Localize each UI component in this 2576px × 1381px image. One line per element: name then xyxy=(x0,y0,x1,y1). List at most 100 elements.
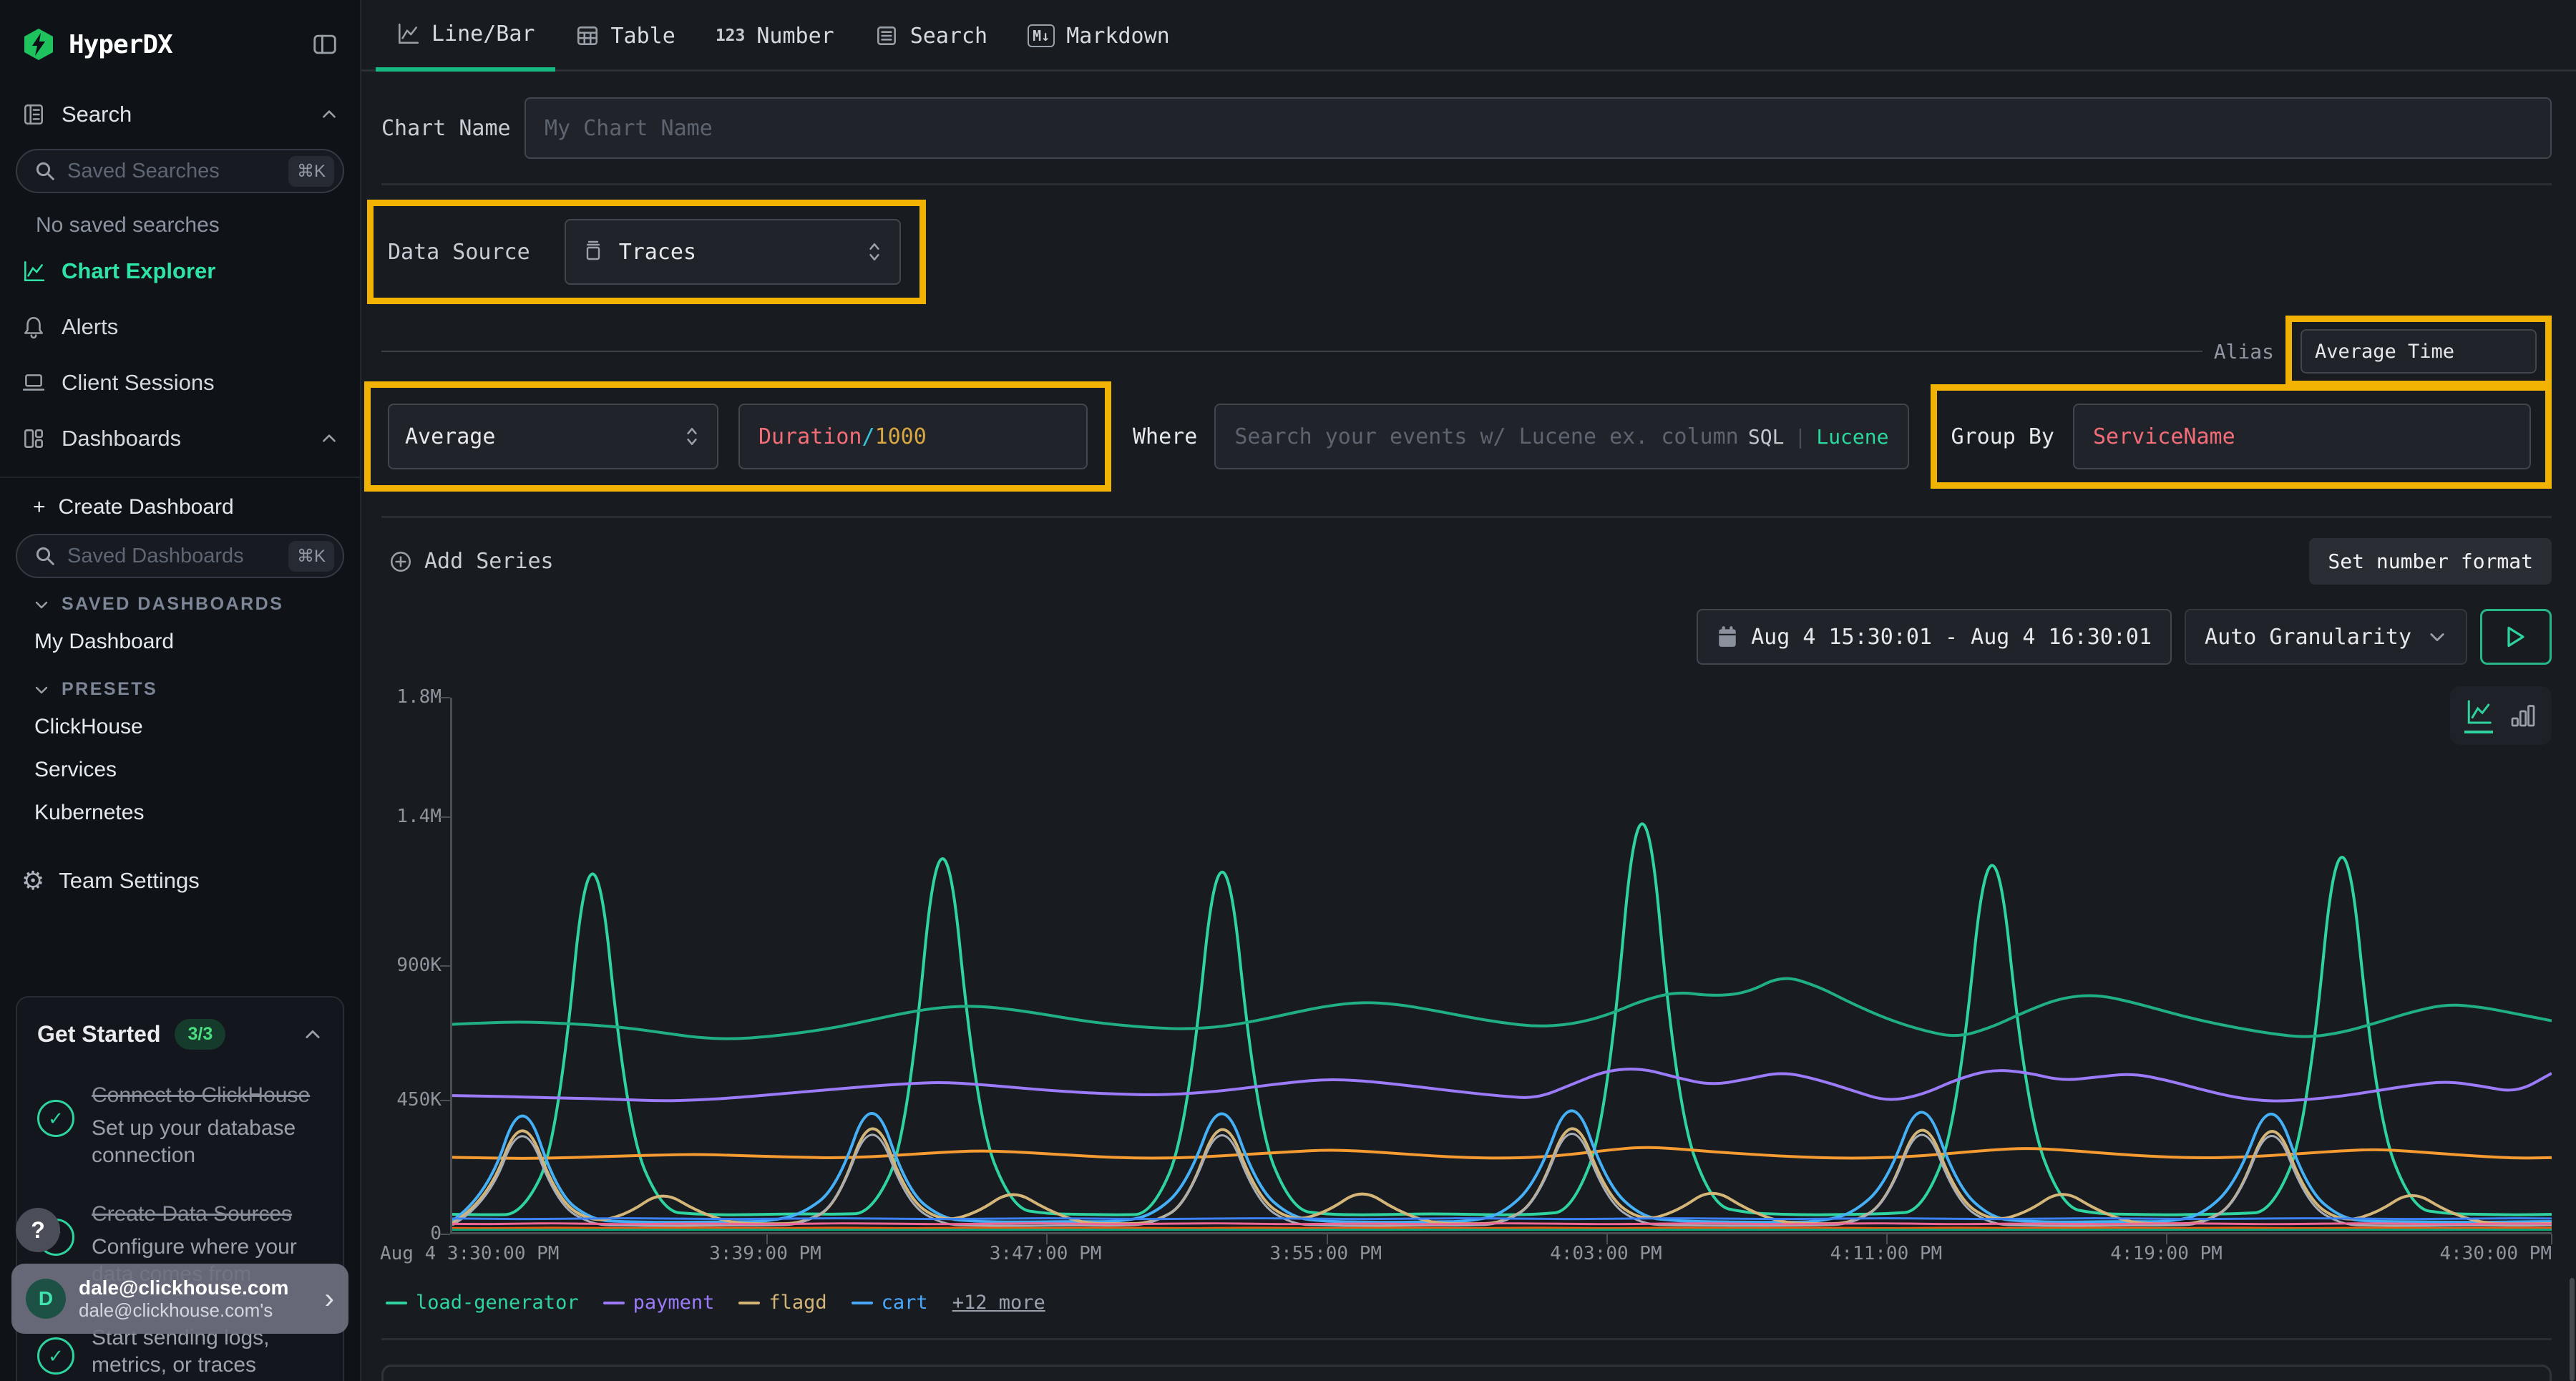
circle-plus-icon xyxy=(389,550,413,574)
granularity-value: Auto Granularity xyxy=(2205,625,2411,650)
lucene-toggle[interactable]: Lucene xyxy=(1816,425,1888,449)
chevron-up-icon[interactable] xyxy=(303,1025,323,1045)
hyperdx-logo-icon xyxy=(21,27,56,62)
chart-name-input[interactable]: My Chart Name xyxy=(525,97,2552,159)
tab-table[interactable]: Table xyxy=(555,0,696,72)
aggregation-select[interactable]: Average xyxy=(388,404,718,469)
sidebar-item-clickhouse[interactable]: ClickHouse xyxy=(0,706,360,748)
y-axis-tick xyxy=(440,1100,450,1101)
granularity-select[interactable]: Auto Granularity xyxy=(2185,609,2467,665)
shortcut-badge: ⌘K xyxy=(288,156,334,187)
chart-display-toggle xyxy=(2450,686,2552,745)
table-icon xyxy=(575,24,600,48)
get-started-item-title: Connect to ClickHouse xyxy=(92,1081,323,1109)
legend-item[interactable]: cart xyxy=(852,1292,928,1314)
sidebar-collapse-icon[interactable] xyxy=(311,31,338,58)
plus-icon: + xyxy=(33,495,46,519)
x-axis-label: 4:19:00 PM xyxy=(2110,1243,2223,1264)
get-started-item[interactable]: ✓ Connect to ClickHouse Set up your data… xyxy=(37,1081,323,1168)
where-label: Where xyxy=(1133,424,1197,449)
field-expression-input[interactable]: Duration / 1000 xyxy=(738,404,1088,469)
legend-item[interactable]: flagd xyxy=(738,1292,826,1314)
data-source-label: Data Source xyxy=(388,240,530,265)
tab-label: Search xyxy=(910,24,987,49)
sidebar-item-team-settings[interactable]: ⚙ Team Settings xyxy=(0,834,360,927)
sidebar-divider xyxy=(0,477,360,478)
play-icon xyxy=(2507,626,2525,648)
add-series-label: Add Series xyxy=(424,549,554,574)
add-series-row: Add Series Set number format xyxy=(381,538,2552,585)
series-row: Average Duration / 1000 Where Search you… xyxy=(381,381,2552,492)
group-presets[interactable]: PRESETS xyxy=(0,663,360,706)
nav-label: Client Sessions xyxy=(62,370,215,396)
y-axis-tick xyxy=(440,965,450,967)
sidebar-item-my-dashboard[interactable]: My Dashboard xyxy=(0,620,360,663)
add-series-button[interactable]: Add Series xyxy=(389,549,554,574)
tab-line-bar[interactable]: Line/Bar xyxy=(376,0,555,72)
chevron-up-icon[interactable] xyxy=(320,429,338,448)
sidebar-section-search[interactable]: Search xyxy=(0,80,360,145)
chevron-up-icon[interactable] xyxy=(320,105,338,124)
bell-icon xyxy=(21,315,46,339)
help-button[interactable]: ? xyxy=(16,1208,60,1252)
sidebar-item-alerts[interactable]: Alerts xyxy=(0,299,360,355)
where-search-input[interactable]: Search your events w/ Lucene ex. column:… xyxy=(1214,404,1908,469)
calendar-icon xyxy=(1717,625,1738,648)
chevron-right-icon: › xyxy=(325,1283,334,1315)
group-saved-dashboards[interactable]: SAVED DASHBOARDS xyxy=(0,578,360,620)
plot-area[interactable] xyxy=(450,698,2552,1234)
search-section-icon xyxy=(21,102,46,127)
create-dashboard-button[interactable]: + Create Dashboard xyxy=(0,485,360,530)
user-menu[interactable]: D dale@clickhouse.com dale@clickhouse.co… xyxy=(11,1264,348,1334)
divider xyxy=(381,516,2552,518)
legend-item[interactable]: load-generator xyxy=(386,1292,579,1314)
sidebar-item-dashboards[interactable]: Dashboards xyxy=(0,411,360,467)
sidebar-item-kubernetes[interactable]: Kubernetes xyxy=(0,791,360,834)
query-language-toggle[interactable]: SQL | Lucene xyxy=(1748,425,1889,449)
search-icon xyxy=(34,160,56,182)
legend-more-link[interactable]: +12 more xyxy=(952,1292,1045,1314)
create-dashboard-label: Create Dashboard xyxy=(59,495,234,519)
legend-item[interactable]: payment xyxy=(603,1292,715,1314)
data-source-select[interactable]: Traces xyxy=(565,219,901,285)
legend-label: payment xyxy=(633,1292,715,1314)
sidebar-item-chart-explorer[interactable]: Chart Explorer xyxy=(0,243,360,299)
x-axis-label: 4:11:00 PM xyxy=(1830,1243,1943,1264)
chevron-down-icon xyxy=(33,596,50,613)
line-chart-toggle[interactable] xyxy=(2464,698,2493,733)
search-section-label: Search xyxy=(62,102,132,127)
nav-label: Chart Explorer xyxy=(62,258,215,284)
time-range-picker[interactable]: Aug 4 15:30:01 - Aug 4 16:30:01 xyxy=(1697,609,2172,665)
app-title: HyperDX xyxy=(69,30,172,59)
laptop-icon xyxy=(21,371,46,395)
data-source-value: Traces xyxy=(619,240,696,265)
chart-name-row: Chart Name My Chart Name xyxy=(381,97,2552,159)
scrollbar-thumb[interactable] xyxy=(2570,1278,2575,1381)
field-token: / xyxy=(862,424,875,449)
alias-input[interactable]: Average Time xyxy=(2301,329,2537,374)
x-axis-label: Aug 4 3:30:00 PM xyxy=(380,1243,559,1264)
select-updown-icon xyxy=(683,426,701,447)
group-by-input[interactable]: ServiceName xyxy=(2073,404,2531,469)
series-other-5 xyxy=(452,1228,2552,1229)
run-query-button[interactable] xyxy=(2480,609,2552,665)
y-axis-tick xyxy=(440,697,450,698)
tab-label: Table xyxy=(611,24,675,49)
bar-chart-toggle[interactable] xyxy=(2509,701,2537,733)
tab-number[interactable]: 123 Number xyxy=(696,0,854,72)
y-axis-label: 1.8M xyxy=(396,686,441,708)
saved-dashboards-input[interactable]: Saved Dashboards ⌘K xyxy=(16,534,344,578)
chart-name-placeholder: My Chart Name xyxy=(545,116,713,141)
set-number-format-button[interactable]: Set number format xyxy=(2309,538,2552,585)
sidebar-item-services[interactable]: Services xyxy=(0,748,360,791)
saved-searches-input[interactable]: Saved Searches ⌘K xyxy=(16,149,344,193)
divider xyxy=(381,1338,2552,1340)
tab-markdown[interactable]: M↓ Markdown xyxy=(1008,0,1190,72)
sql-toggle[interactable]: SQL xyxy=(1748,425,1785,449)
chart-name-label: Chart Name xyxy=(381,116,525,141)
legend-swatch xyxy=(386,1302,407,1304)
group-label-text: SAVED DASHBOARDS xyxy=(62,594,283,615)
sidebar-item-client-sessions[interactable]: Client Sessions xyxy=(0,355,360,411)
no-saved-searches-text: No saved searches xyxy=(0,193,360,243)
tab-search[interactable]: Search xyxy=(854,0,1008,72)
